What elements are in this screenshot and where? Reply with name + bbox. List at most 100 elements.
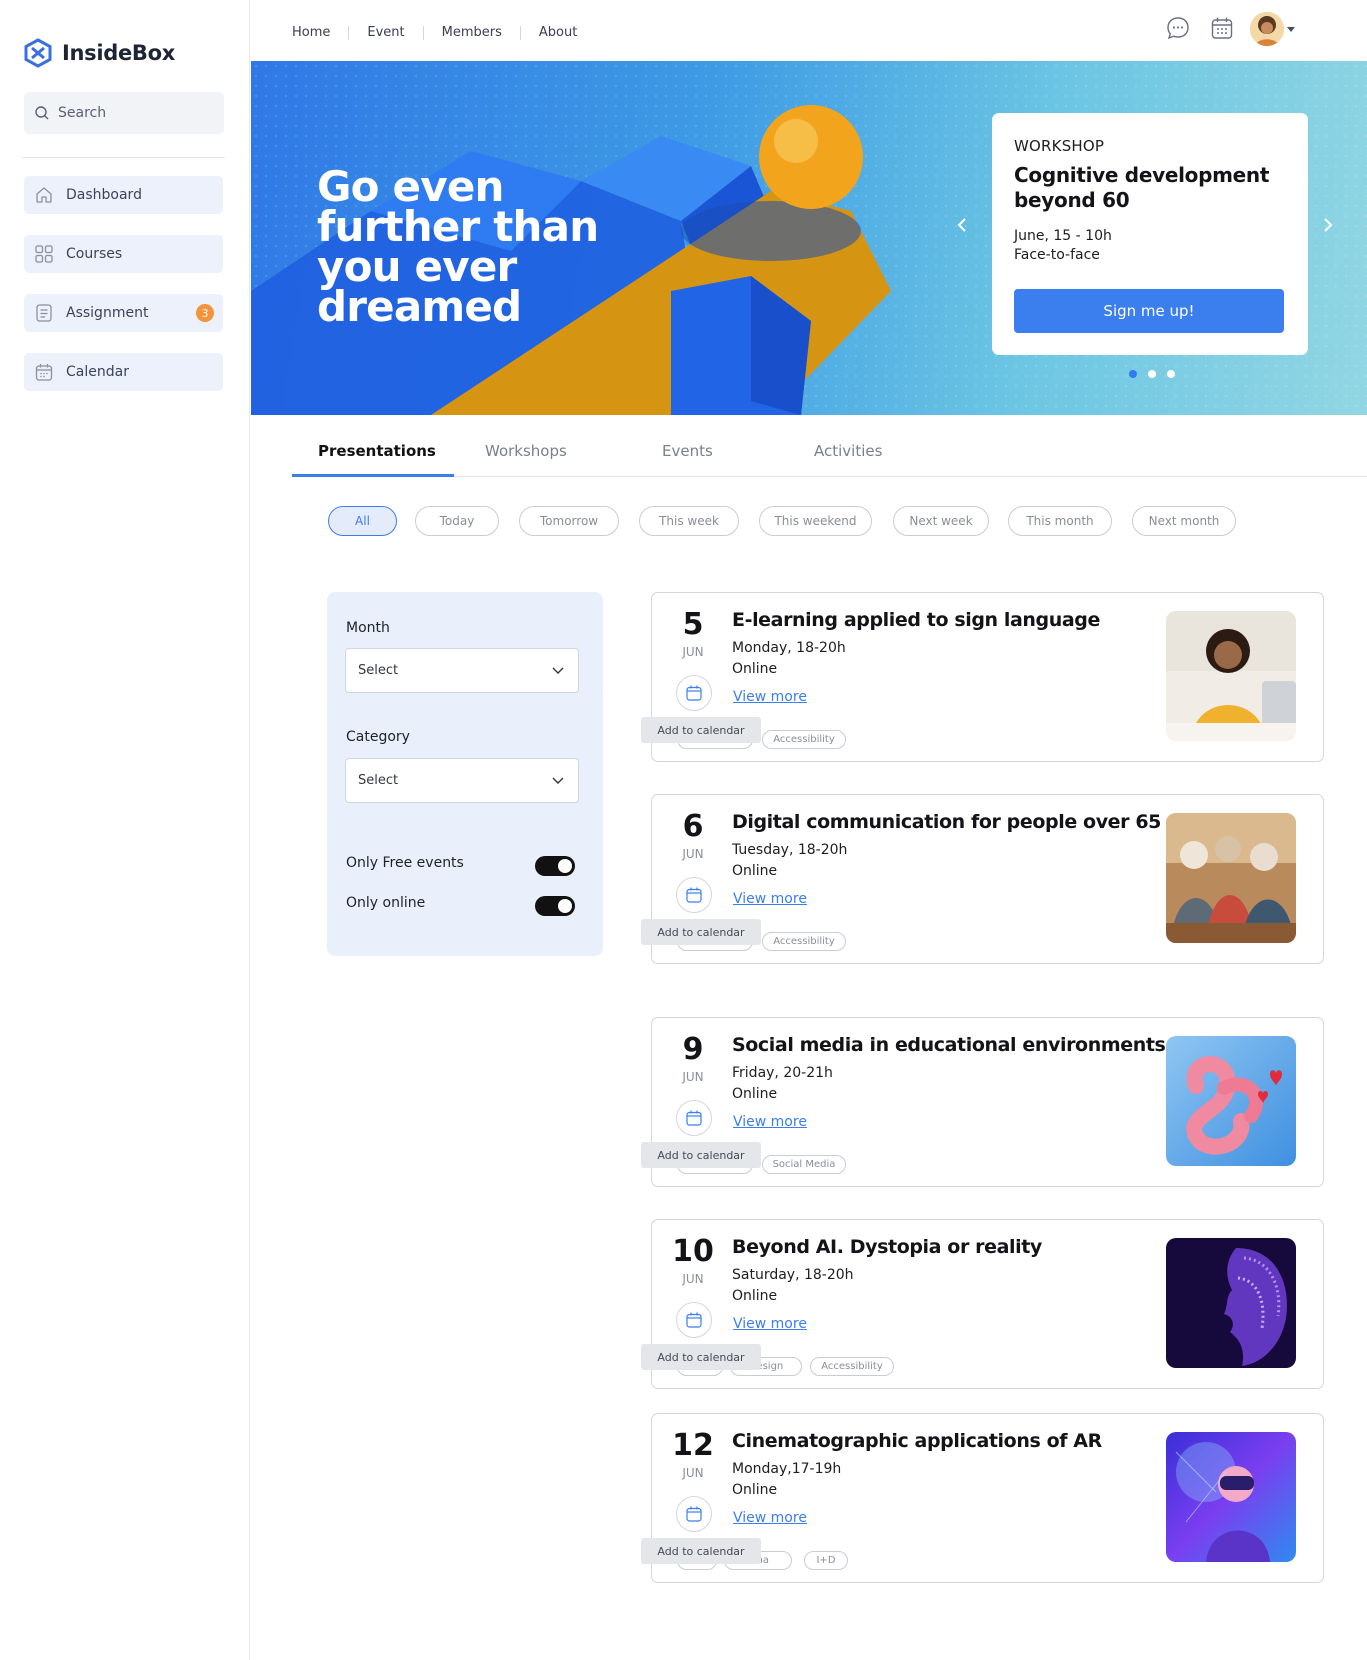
event-month: JUN	[682, 645, 704, 659]
nav-separator	[348, 25, 350, 40]
sidebar-item-dashboard[interactable]: Dashboard	[24, 176, 223, 214]
nav-separator	[422, 25, 424, 40]
view-more-link[interactable]: View more	[733, 1316, 807, 1332]
search-input[interactable]: Search	[24, 92, 224, 134]
featured-event-card: WORKSHOP Cognitive development beyond 60…	[992, 113, 1308, 355]
add-to-calendar-button[interactable]	[676, 1302, 712, 1338]
top-nav: Home Event Members About	[250, 0, 1367, 61]
sidebar-item-assignment[interactable]: Assignment 3	[24, 294, 223, 332]
nav-link-home[interactable]: Home	[292, 25, 330, 40]
event-location: Online	[732, 1482, 778, 1498]
event-day: 9	[682, 1032, 704, 1067]
filters-panel: Month Select Category Select Only Free e…	[327, 592, 603, 956]
event-title: Digital communication for people over 65	[732, 811, 1161, 833]
event-month: JUN	[682, 1466, 704, 1480]
insidebox-logo-icon	[24, 38, 52, 68]
view-more-link[interactable]: View more	[733, 1510, 807, 1526]
chip-today[interactable]: Today	[415, 506, 499, 536]
calendar-icon	[686, 1506, 702, 1522]
add-to-calendar-button[interactable]	[676, 877, 712, 913]
featured-event-date: June, 15 - 10h	[1014, 228, 1112, 244]
event-time: Monday,17-19h	[732, 1461, 842, 1477]
category-select-value: Select	[358, 773, 399, 788]
chevron-right-icon[interactable]	[1319, 217, 1335, 233]
nav-link-members[interactable]: Members	[442, 25, 502, 40]
sidebar-item-calendar[interactable]: Calendar	[24, 353, 223, 391]
tab-activities[interactable]: Activities	[814, 442, 882, 460]
sidebar-item-label: Assignment	[66, 305, 149, 321]
event-location: Online	[732, 863, 778, 879]
event-tag[interactable]: I+D	[804, 1551, 848, 1570]
nav-link-event[interactable]: Event	[367, 25, 404, 40]
sidebar-item-courses[interactable]: Courses	[24, 235, 223, 273]
chip-next-week[interactable]: Next week	[893, 506, 989, 536]
carousel-dot[interactable]	[1129, 370, 1137, 378]
chevron-down-icon[interactable]	[1287, 27, 1295, 32]
event-thumbnail	[1166, 1036, 1296, 1166]
event-tag[interactable]: Accessibility	[810, 1357, 894, 1376]
carousel-dot[interactable]	[1148, 370, 1156, 378]
sidebar-item-label: Courses	[66, 246, 123, 262]
tab-workshops[interactable]: Workshops	[485, 442, 567, 460]
carousel-dot[interactable]	[1167, 370, 1175, 378]
add-to-calendar-button[interactable]	[676, 675, 712, 711]
view-more-link[interactable]: View more	[733, 689, 807, 705]
assignment-count-badge: 3	[196, 304, 214, 322]
nav-link-about[interactable]: About	[539, 25, 577, 40]
month-select[interactable]: Select	[345, 648, 579, 693]
featured-event-mode: Face-to-face	[1014, 247, 1100, 263]
view-more-link[interactable]: View more	[733, 891, 807, 907]
calendar-icon	[686, 1110, 702, 1126]
only-free-label: Only Free events	[346, 855, 464, 871]
home-icon	[36, 187, 52, 203]
event-month: JUN	[682, 847, 704, 861]
event-time: Friday, 20-21h	[732, 1065, 833, 1081]
active-tab-indicator	[292, 474, 454, 477]
month-label: Month	[346, 620, 390, 636]
event-title: Cinematographic applications of AR	[732, 1430, 1102, 1452]
event-time: Tuesday, 18-20h	[732, 842, 848, 858]
chip-next-month[interactable]: Next month	[1132, 506, 1236, 536]
brand[interactable]: InsideBox	[24, 38, 175, 68]
chevron-down-icon	[552, 667, 564, 674]
add-to-calendar-button[interactable]	[676, 1100, 712, 1136]
event-thumbnail	[1166, 611, 1296, 741]
chip-tomorrow[interactable]: Tomorrow	[519, 506, 619, 536]
sign-up-button[interactable]: Sign me up!	[1014, 289, 1284, 333]
calendar-icon	[35, 364, 53, 381]
only-free-toggle[interactable]	[535, 856, 575, 876]
event-card: 12 JUN Add to calendar Cinematographic a…	[641, 1413, 1324, 1583]
event-location: Online	[732, 1288, 778, 1304]
event-day: 6	[682, 809, 704, 844]
event-photo	[1166, 611, 1296, 741]
tab-events[interactable]: Events	[662, 442, 713, 460]
sidebar-item-label: Calendar	[66, 364, 129, 380]
chat-icon[interactable]	[1165, 15, 1191, 41]
chevron-left-icon[interactable]	[955, 217, 971, 233]
chip-this-weekend[interactable]: This weekend	[759, 506, 872, 536]
event-month: JUN	[682, 1272, 704, 1286]
event-thumbnail	[1166, 1238, 1296, 1368]
category-label: Category	[346, 729, 410, 745]
tab-presentations[interactable]: Presentations	[318, 442, 436, 460]
event-tag[interactable]: Accessibility	[762, 730, 846, 749]
event-tag[interactable]: Social Media	[762, 1155, 846, 1174]
view-more-link[interactable]: View more	[733, 1114, 807, 1130]
chip-this-week[interactable]: This week	[639, 506, 739, 536]
only-online-toggle[interactable]	[535, 896, 575, 916]
event-title: E-learning applied to sign language	[732, 609, 1100, 631]
event-month: JUN	[682, 1070, 704, 1084]
add-to-calendar-button[interactable]	[676, 1496, 712, 1532]
category-select[interactable]: Select	[345, 758, 579, 803]
user-avatar[interactable]	[1250, 12, 1284, 46]
event-location: Online	[732, 661, 778, 677]
event-time: Saturday, 18-20h	[732, 1267, 854, 1283]
event-day: 12	[672, 1428, 714, 1463]
calendar-icon[interactable]	[1209, 15, 1235, 41]
sidebar-item-label: Dashboard	[66, 187, 142, 203]
event-type-tabs: Presentations Workshops Events Activitie…	[292, 416, 1367, 477]
event-tag[interactable]: Accessibility	[762, 932, 846, 951]
chip-all[interactable]: All	[328, 506, 397, 536]
event-photo	[1166, 1432, 1296, 1562]
chip-this-month[interactable]: This month	[1008, 506, 1112, 536]
